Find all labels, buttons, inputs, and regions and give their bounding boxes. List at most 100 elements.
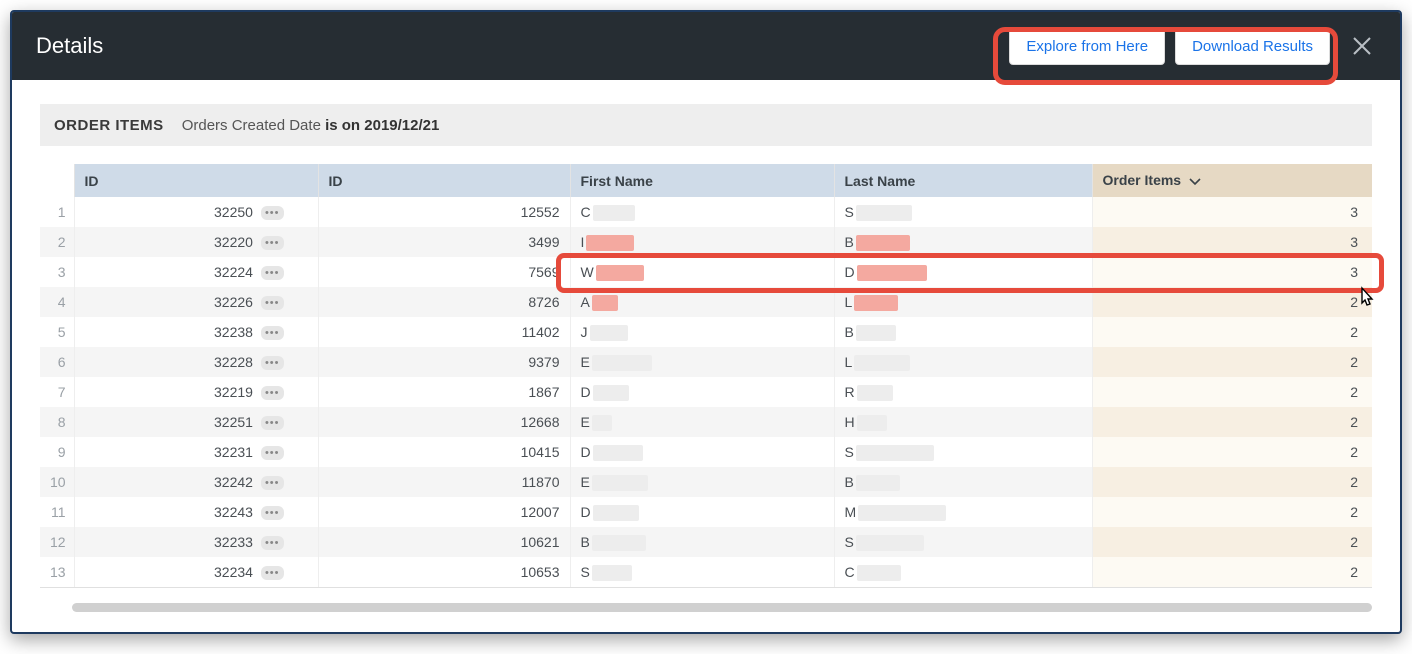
row-actions-icon[interactable]: ••• (261, 446, 284, 460)
cell-id-2[interactable]: 12668 (318, 407, 570, 437)
cell-order-items[interactable]: 2 (1092, 347, 1372, 377)
row-actions-icon[interactable]: ••• (261, 566, 284, 580)
cell-id-1[interactable]: 32224••• (74, 257, 318, 287)
table-row[interactable]: 1032242•••11870EB2 (40, 467, 1372, 497)
cell-order-items[interactable]: 2 (1092, 437, 1372, 467)
cell-id-2[interactable]: 9379 (318, 347, 570, 377)
cell-order-items[interactable]: 3 (1092, 227, 1372, 257)
row-actions-icon[interactable]: ••• (261, 386, 284, 400)
cell-order-items[interactable]: 2 (1092, 317, 1372, 347)
col-id-1[interactable]: ID (74, 164, 318, 197)
cell-last-name[interactable]: R (834, 377, 1092, 407)
explore-from-here-button[interactable]: Explore from Here (1009, 28, 1165, 65)
cell-id-1[interactable]: 32251••• (74, 407, 318, 437)
download-results-button[interactable]: Download Results (1175, 28, 1330, 65)
cell-id-1[interactable]: 32242••• (74, 467, 318, 497)
cell-order-items[interactable]: 3 (1092, 197, 1372, 227)
table-row[interactable]: 832251•••12668EH2 (40, 407, 1372, 437)
table-row[interactable]: 732219•••1867DR2 (40, 377, 1372, 407)
cell-first-name[interactable]: D (570, 437, 834, 467)
row-actions-icon[interactable]: ••• (261, 506, 284, 520)
cell-last-name[interactable]: B (834, 227, 1092, 257)
cell-last-name[interactable]: L (834, 347, 1092, 377)
cell-order-items[interactable]: 2 (1092, 287, 1372, 317)
cell-id-1[interactable]: 32234••• (74, 557, 318, 587)
cell-last-name[interactable]: S (834, 527, 1092, 557)
close-icon[interactable] (1348, 32, 1376, 60)
cell-id-1[interactable]: 32228••• (74, 347, 318, 377)
cell-first-name[interactable]: E (570, 407, 834, 437)
cell-last-name[interactable]: H (834, 407, 1092, 437)
col-last-name[interactable]: Last Name (834, 164, 1092, 197)
row-actions-icon[interactable]: ••• (261, 536, 284, 550)
row-actions-icon[interactable]: ••• (261, 476, 284, 490)
cell-last-name[interactable]: S (834, 437, 1092, 467)
cell-id-2[interactable]: 10415 (318, 437, 570, 467)
cell-last-name[interactable]: S (834, 197, 1092, 227)
cell-order-items[interactable]: 2 (1092, 467, 1372, 497)
cell-last-name[interactable]: C (834, 557, 1092, 587)
row-actions-icon[interactable]: ••• (261, 296, 284, 310)
cell-first-name[interactable]: D (570, 377, 834, 407)
cell-id-2[interactable]: 3499 (318, 227, 570, 257)
cell-first-name[interactable]: J (570, 317, 834, 347)
cell-id-2[interactable]: 10653 (318, 557, 570, 587)
cell-id-1[interactable]: 32226••• (74, 287, 318, 317)
cell-order-items[interactable]: 2 (1092, 407, 1372, 437)
cell-id-2[interactable]: 8726 (318, 287, 570, 317)
cell-first-name[interactable]: B (570, 527, 834, 557)
table-row[interactable]: 132250•••12552CS3 (40, 197, 1372, 227)
cell-id-1[interactable]: 32233••• (74, 527, 318, 557)
table-row[interactable]: 532238•••11402JB2 (40, 317, 1372, 347)
table-row[interactable]: 232220•••3499IB3 (40, 227, 1372, 257)
cell-id-1[interactable]: 32220••• (74, 227, 318, 257)
table-row[interactable]: 932231•••10415DS2 (40, 437, 1372, 467)
table-row[interactable]: 332224•••7569WD3 (40, 257, 1372, 287)
cell-id-1[interactable]: 32243••• (74, 497, 318, 527)
row-actions-icon[interactable]: ••• (261, 266, 284, 280)
cell-id-2[interactable]: 11402 (318, 317, 570, 347)
cell-id-2[interactable]: 12552 (318, 197, 570, 227)
cell-last-name[interactable]: B (834, 467, 1092, 497)
cell-order-items[interactable]: 2 (1092, 557, 1372, 587)
col-order-items[interactable]: Order Items (1092, 164, 1372, 197)
row-actions-icon[interactable]: ••• (261, 236, 284, 250)
cell-order-items[interactable]: 3 (1092, 257, 1372, 287)
cell-first-name[interactable]: W (570, 257, 834, 287)
cell-first-name[interactable]: S (570, 557, 834, 587)
horizontal-scrollbar-thumb[interactable] (72, 603, 1372, 612)
row-actions-icon[interactable]: ••• (261, 356, 284, 370)
cell-id-2[interactable]: 10621 (318, 527, 570, 557)
table-row[interactable]: 1232233•••10621BS2 (40, 527, 1372, 557)
row-actions-icon[interactable]: ••• (261, 416, 284, 430)
cell-last-name[interactable]: M (834, 497, 1092, 527)
table-row[interactable]: 632228•••9379EL2 (40, 347, 1372, 377)
row-actions-icon[interactable]: ••• (261, 206, 284, 220)
table-row[interactable]: 1132243•••12007DM2 (40, 497, 1372, 527)
cell-last-name[interactable]: L (834, 287, 1092, 317)
cell-id-2[interactable]: 7569 (318, 257, 570, 287)
cell-first-name[interactable]: D (570, 497, 834, 527)
cell-order-items[interactable]: 2 (1092, 377, 1372, 407)
cell-first-name[interactable]: E (570, 347, 834, 377)
cell-id-1[interactable]: 32238••• (74, 317, 318, 347)
cell-id-2[interactable]: 11870 (318, 467, 570, 497)
cell-first-name[interactable]: A (570, 287, 834, 317)
cell-first-name[interactable]: C (570, 197, 834, 227)
cell-first-name[interactable]: I (570, 227, 834, 257)
col-first-name[interactable]: First Name (570, 164, 834, 197)
cell-id-2[interactable]: 1867 (318, 377, 570, 407)
row-actions-icon[interactable]: ••• (261, 326, 284, 340)
cell-last-name[interactable]: B (834, 317, 1092, 347)
cell-first-name[interactable]: E (570, 467, 834, 497)
cell-id-1[interactable]: 32219••• (74, 377, 318, 407)
cell-last-name[interactable]: D (834, 257, 1092, 287)
cell-id-1[interactable]: 32231••• (74, 437, 318, 467)
table-row[interactable]: 1332234•••10653SC2 (40, 557, 1372, 587)
cell-id-1[interactable]: 32250••• (74, 197, 318, 227)
cell-id-2[interactable]: 12007 (318, 497, 570, 527)
cell-order-items[interactable]: 2 (1092, 527, 1372, 557)
cell-order-items[interactable]: 2 (1092, 497, 1372, 527)
col-id-2[interactable]: ID (318, 164, 570, 197)
table-row[interactable]: 432226•••8726AL2 (40, 287, 1372, 317)
